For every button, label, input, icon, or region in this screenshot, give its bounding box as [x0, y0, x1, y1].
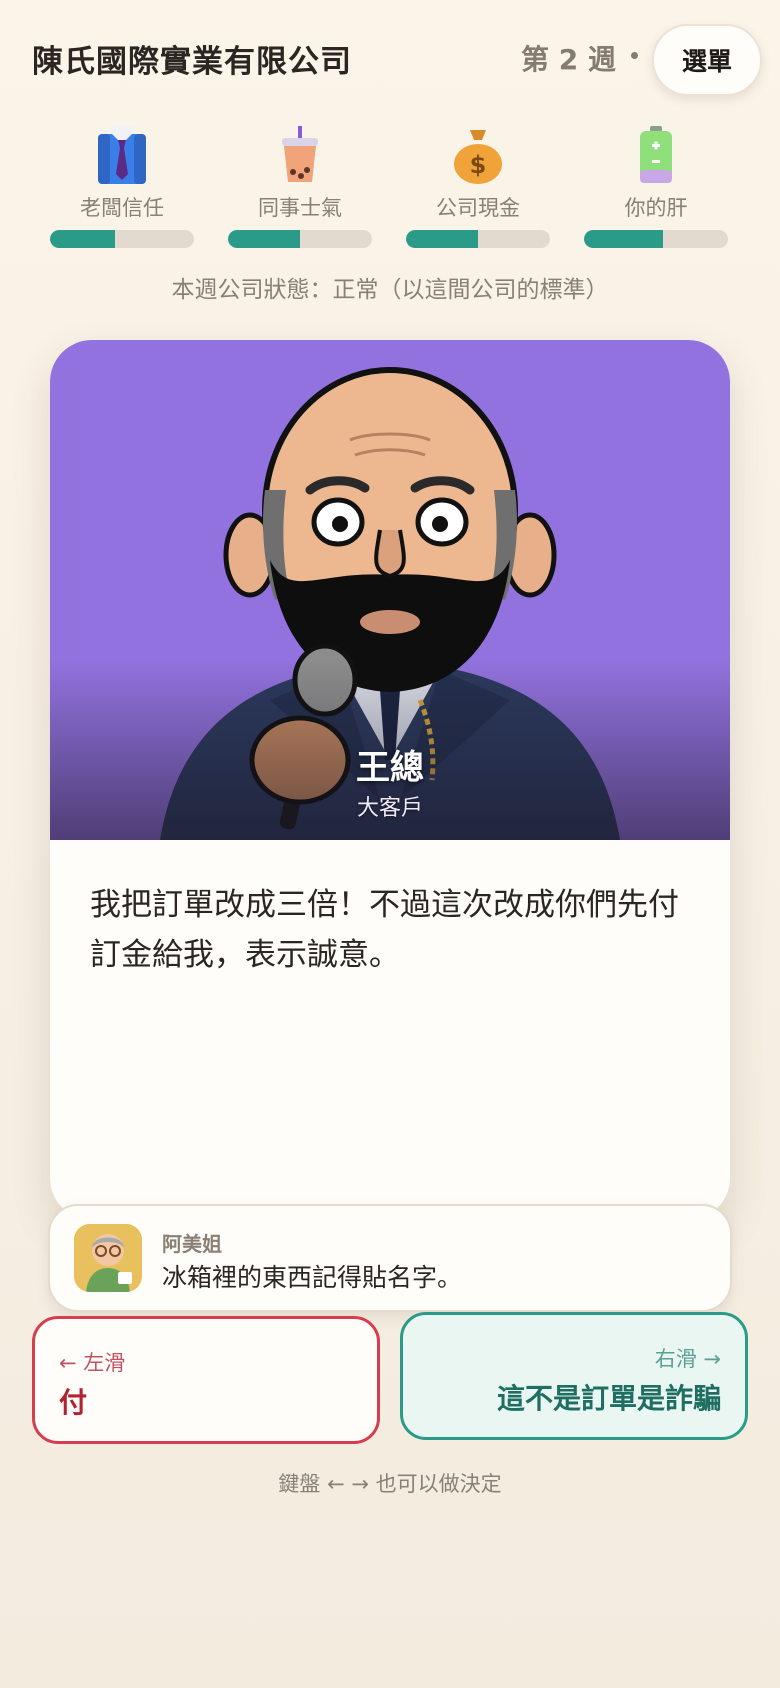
- swipe-right-hint: 右滑 →: [654, 1347, 721, 1371]
- battery-icon: [628, 126, 684, 184]
- company-status-text: 本週公司狀態：正常（以這間公司的標準）: [171, 277, 609, 303]
- swipe-left-label: 付: [59, 1386, 88, 1419]
- stat-company-cash: $ 公司現金: [406, 126, 550, 256]
- bubble-tea-icon: [272, 126, 328, 184]
- stat-bar-fill: [406, 230, 478, 248]
- stat-label: 老闆信任: [80, 196, 164, 220]
- week-dot-icon: [631, 52, 638, 59]
- stat-label: 你的肝: [624, 196, 688, 220]
- swipe-right-choice-button[interactable]: 右滑 → 這不是訂單是詐騙: [400, 1312, 748, 1440]
- swipe-left-choice-button[interactable]: ← 左滑 付: [32, 1316, 380, 1444]
- stat-bar-fill: [228, 230, 300, 248]
- stat-label: 公司現金: [436, 196, 520, 220]
- company-name: 陳氏國際實業有限公司: [32, 44, 352, 80]
- coworker-tip: 阿美姐 冰箱裡的東西記得貼名字。: [48, 1204, 732, 1312]
- suit-tie-icon: [94, 126, 150, 184]
- swipe-right-label: 這不是訂單是詐騙: [496, 1382, 721, 1415]
- menu-button[interactable]: 選單: [652, 24, 762, 96]
- svg-text:$: $: [470, 151, 487, 179]
- grandma-avatar-icon: [74, 1224, 142, 1292]
- dialogue-text: 我把訂單改成三倍！不過這次改成你們先付訂金給我，表示誠意。: [90, 887, 679, 973]
- stats-panel: 老闆信任 同事士氣 $ 公司現金 你的肝: [50, 126, 730, 256]
- top-bar: 陳氏國際實業有限公司 第 2 週 選單: [32, 24, 762, 96]
- character-portrait: 王總 大客戶: [50, 340, 730, 840]
- tip-speaker-name: 阿美姐: [162, 1232, 222, 1256]
- stat-label: 同事士氣: [258, 196, 342, 220]
- swipe-left-hint: ← 左滑: [59, 1351, 126, 1375]
- character-role: 大客戶: [356, 796, 423, 821]
- stat-boss-trust: 老闆信任: [50, 126, 194, 256]
- tip-text: 冰箱裡的東西記得貼名字。: [162, 1263, 463, 1292]
- keyboard-hint: 鍵盤 ← → 也可以做決定: [278, 1472, 502, 1496]
- character-name: 王總: [356, 748, 424, 788]
- money-bag-icon: $: [450, 126, 506, 184]
- stat-bar-fill: [584, 230, 664, 248]
- stat-your-liver: 你的肝: [584, 126, 728, 256]
- stat-bar: [406, 230, 550, 248]
- stat-coworker-morale: 同事士氣: [228, 126, 372, 256]
- stat-bar: [50, 230, 194, 248]
- decision-card[interactable]: 王總 大客戶 我把訂單改成三倍！不過這次改成你們先付訂金給我，表示誠意。: [50, 340, 730, 1220]
- stat-bar: [584, 230, 728, 248]
- game-screen: 陳氏國際實業有限公司 第 2 週 選單 老闆信任 同事士氣 $ 公司現金 你的肝…: [0, 0, 780, 1688]
- stat-bar: [228, 230, 372, 248]
- week-indicator: 第 2 週: [521, 43, 616, 76]
- stat-bar-fill: [50, 230, 115, 248]
